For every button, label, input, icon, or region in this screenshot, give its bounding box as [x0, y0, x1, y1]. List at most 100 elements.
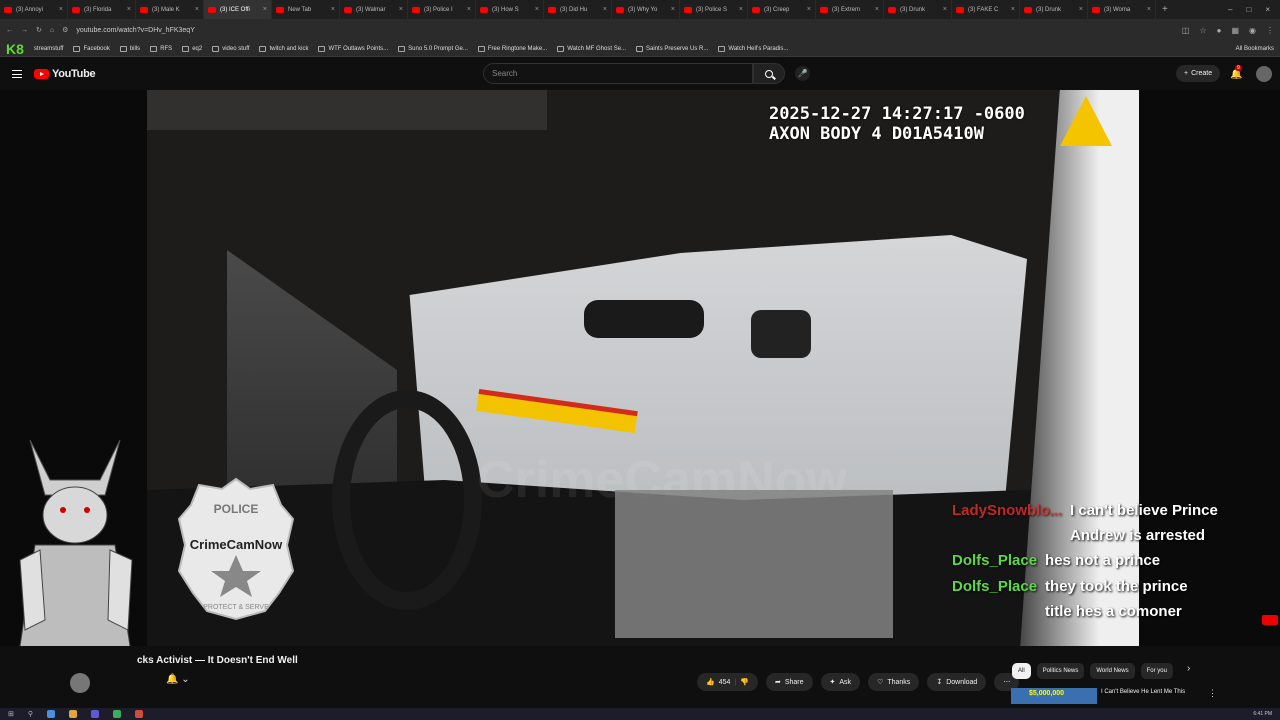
windows-start-icon[interactable]: ⊞: [8, 710, 14, 718]
channel-avatar[interactable]: [70, 673, 90, 693]
taskbar-search-icon[interactable]: ⚲: [28, 710, 33, 718]
browser-tab[interactable]: New Tab ×: [272, 0, 340, 19]
axon-logo-icon: [1060, 96, 1112, 146]
bookmark-item[interactable]: Watch Hell's Paradis...: [718, 45, 788, 52]
back-icon[interactable]: ←: [6, 27, 13, 34]
bookmark-item[interactable]: twitch and kick: [259, 45, 308, 52]
share-button[interactable]: ➦ Share: [765, 673, 813, 691]
filter-chip[interactable]: Politics News: [1036, 663, 1085, 679]
forward-icon[interactable]: →: [21, 27, 28, 34]
browser-tab[interactable]: (3) Did Hu ×: [544, 0, 612, 19]
bookmark-item[interactable]: bills: [119, 45, 140, 52]
subscribe-bell-icon[interactable]: 🔔 ⌄: [166, 674, 190, 685]
thumbs-down-icon[interactable]: 👎: [740, 678, 749, 686]
video-player[interactable]: 2025-12-27 14:27:17 -0600 AXON BODY 4 D0…: [0, 90, 1280, 646]
browser-tab[interactable]: (3) Police I ×: [408, 0, 476, 19]
browser-tab[interactable]: (3) ICE Offi ×: [204, 0, 272, 19]
close-tab-icon[interactable]: ×: [1011, 6, 1015, 13]
close-tab-icon[interactable]: ×: [1079, 6, 1083, 13]
profile-icon[interactable]: ◉: [1249, 26, 1256, 35]
browser-tab[interactable]: (3) Police S ×: [680, 0, 748, 19]
new-tab-icon[interactable]: +: [1156, 4, 1174, 15]
browser-tab[interactable]: (3) Drunk ×: [1020, 0, 1088, 19]
home-icon[interactable]: ⌂: [50, 27, 54, 34]
close-tab-icon[interactable]: ×: [739, 6, 743, 13]
close-tab-icon[interactable]: ×: [195, 6, 199, 13]
youtube-logo[interactable]: YouTube: [34, 68, 96, 80]
browser-tab[interactable]: (3) Creep ×: [748, 0, 816, 19]
close-window-icon[interactable]: ×: [1265, 5, 1270, 14]
bookmark-streamstuff[interactable]: streamstuff: [34, 46, 64, 52]
youtube-mini-icon: [1262, 615, 1278, 625]
recommendation-more-icon[interactable]: ⋮: [1208, 688, 1217, 699]
close-tab-icon[interactable]: ×: [1147, 6, 1151, 13]
puzzle-icon[interactable]: ▦: [1231, 26, 1239, 35]
bookmark-item[interactable]: Facebook: [73, 45, 110, 52]
close-tab-icon[interactable]: ×: [535, 6, 539, 13]
close-tab-icon[interactable]: ×: [943, 6, 947, 13]
avatar[interactable]: [1256, 66, 1272, 82]
bookmark-item[interactable]: RFS: [150, 45, 172, 52]
browser-tab[interactable]: (3) Florida ×: [68, 0, 136, 19]
all-bookmarks[interactable]: All Bookmarks: [1236, 46, 1274, 52]
close-tab-icon[interactable]: ×: [467, 6, 471, 13]
bookmark-item[interactable]: Suno 5.0 Prompt Ge...: [398, 45, 468, 52]
close-tab-icon[interactable]: ×: [671, 6, 675, 13]
create-button[interactable]: + Create: [1176, 65, 1221, 82]
recommendation-thumbnail[interactable]: $5,000,000: [1011, 688, 1097, 704]
install-icon[interactable]: ◫: [1182, 26, 1190, 35]
bookmark-item[interactable]: eq2: [182, 45, 202, 52]
kebab-menu-icon[interactable]: ⋮: [1266, 26, 1274, 35]
voice-search-icon[interactable]: 🎤: [795, 66, 810, 81]
browser-tab[interactable]: (3) Walmar ×: [340, 0, 408, 19]
notifications-bell-icon[interactable]: 🔔 9: [1230, 65, 1242, 80]
browser-tab[interactable]: (3) Why Yo ×: [612, 0, 680, 19]
browser-tab[interactable]: (3) Woma ×: [1088, 0, 1156, 19]
browser-tab[interactable]: (3) Annoyi ×: [0, 0, 68, 19]
site-info-icon[interactable]: ⚙: [62, 26, 68, 34]
taskbar-app-icon[interactable]: [91, 710, 100, 718]
file-explorer-icon[interactable]: [69, 710, 78, 718]
chat-username: LadySnowblo...: [952, 502, 1063, 519]
filter-chip[interactable]: For you: [1140, 663, 1173, 679]
chrome-icon[interactable]: [135, 710, 144, 718]
minimize-icon[interactable]: –: [1228, 5, 1232, 14]
taskbar-app-icon[interactable]: [113, 710, 122, 718]
search-button[interactable]: [753, 63, 785, 84]
bookmark-item[interactable]: video stuff: [212, 45, 249, 52]
close-tab-icon[interactable]: ×: [875, 6, 879, 13]
bookmark-item[interactable]: WTF Outlaws Points...: [318, 45, 388, 52]
bookmark-item[interactable]: Saints Preserve Us R...: [636, 45, 708, 52]
close-tab-icon[interactable]: ×: [603, 6, 607, 13]
taskbar-app-icon[interactable]: [47, 710, 56, 718]
hamburger-menu-icon[interactable]: [12, 69, 22, 78]
k8-logo[interactable]: K8: [6, 41, 24, 57]
star-icon[interactable]: ☆: [1199, 26, 1206, 35]
recommendation-title[interactable]: I Can't Believe He Lent Me This: [1101, 689, 1185, 695]
browser-tab[interactable]: (3) Drunk ×: [884, 0, 952, 19]
filter-chip[interactable]: World News: [1090, 663, 1135, 679]
browser-tab[interactable]: (3) How S ×: [476, 0, 544, 19]
close-tab-icon[interactable]: ×: [127, 6, 131, 13]
reload-icon[interactable]: ↻: [36, 26, 42, 34]
extension-icon[interactable]: ●: [1217, 26, 1222, 35]
maximize-icon[interactable]: □: [1246, 5, 1251, 14]
bookmark-item[interactable]: Free Ringtone Make...: [477, 45, 547, 52]
browser-tab[interactable]: (3) Male K ×: [136, 0, 204, 19]
close-tab-icon[interactable]: ×: [263, 6, 267, 13]
browser-tab[interactable]: (3) FAKE C ×: [952, 0, 1020, 19]
close-tab-icon[interactable]: ×: [331, 6, 335, 13]
search-input[interactable]: Search: [483, 63, 753, 84]
url-field[interactable]: youtube.com/watch?v=DHv_hFK3eqY: [76, 27, 1173, 34]
like-button[interactable]: 👍 454 | 👎: [697, 673, 758, 691]
bookmark-item[interactable]: Watch MF Ghost Se...: [557, 45, 626, 52]
browser-tab[interactable]: (3) Extrem ×: [816, 0, 884, 19]
ask-button[interactable]: ✦ Ask: [820, 673, 861, 691]
download-button[interactable]: ↧ Download: [927, 673, 987, 691]
thanks-button[interactable]: ♡ Thanks: [868, 673, 920, 691]
close-tab-icon[interactable]: ×: [399, 6, 403, 13]
filter-chip[interactable]: All: [1012, 663, 1031, 679]
chevron-right-icon[interactable]: ›: [1187, 663, 1190, 679]
close-tab-icon[interactable]: ×: [807, 6, 811, 13]
close-tab-icon[interactable]: ×: [59, 6, 63, 13]
